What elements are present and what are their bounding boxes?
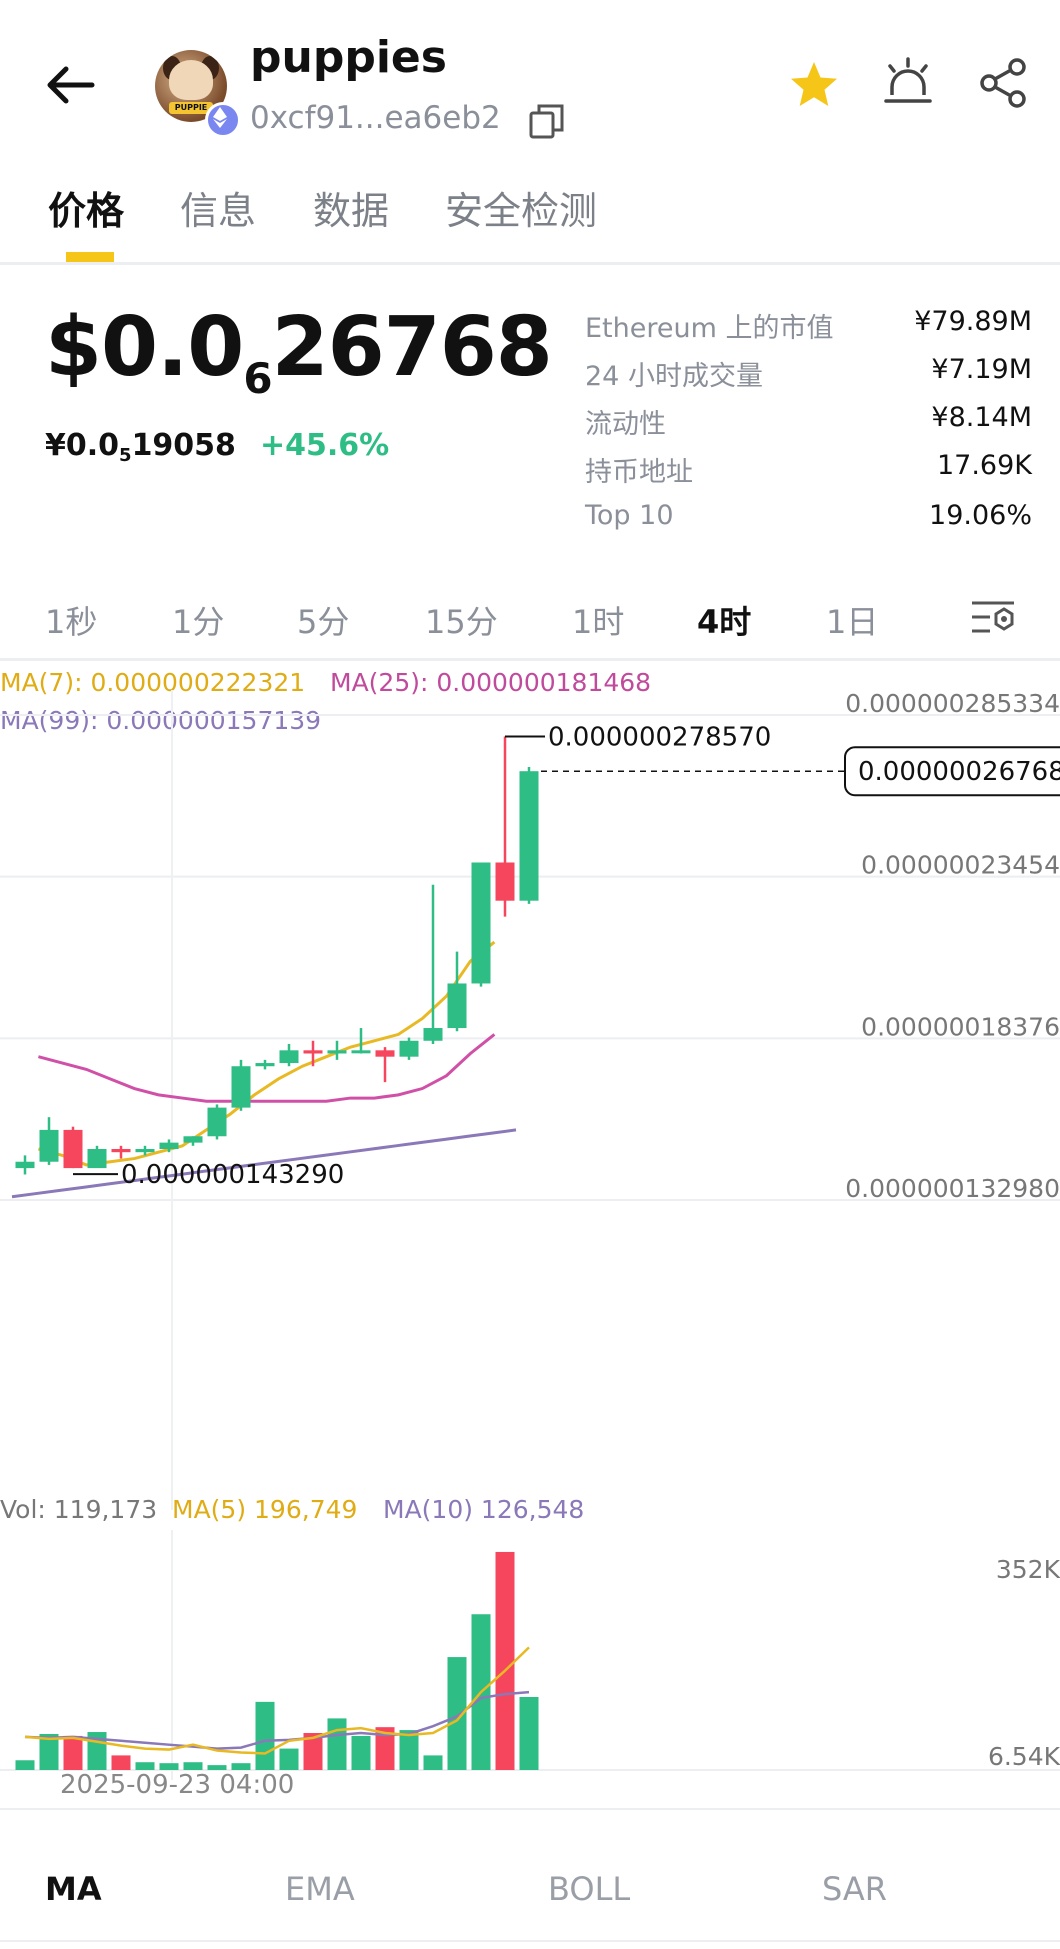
candle-body (87, 1149, 107, 1169)
candle-body (495, 862, 515, 901)
stat-label-market-cap: Ethereum 上的市值 (585, 313, 834, 344)
tab-data[interactable]: 数据 (313, 180, 389, 235)
candle-body (399, 1040, 419, 1057)
candle-body (135, 1149, 155, 1153)
timeframe-divider (0, 658, 1060, 661)
ma7-line (38, 940, 496, 1167)
y-axis-label: 0.000000132980 (845, 1174, 1060, 1203)
share-icon[interactable] (975, 55, 1031, 111)
volume-legend: Vol: 119,173 (0, 1495, 158, 1524)
volume-axis-min: 6.54K (988, 1742, 1060, 1771)
stat-label-holders: 持币地址 (585, 457, 693, 488)
candle-body (207, 1107, 227, 1137)
price-usd: $0.0626768 (45, 300, 553, 403)
volume-bar (135, 1762, 155, 1770)
volume-axis-max: 352K (996, 1555, 1060, 1584)
price-cny: ¥0.0519058 (45, 428, 236, 466)
tab-divider (0, 262, 1060, 265)
candle-body (183, 1136, 203, 1143)
volume-bar (495, 1551, 515, 1770)
y-axis-label: 0.000000285334 (845, 690, 1060, 718)
candle-body (231, 1066, 251, 1108)
candle-body (519, 771, 539, 901)
candle-body (255, 1063, 275, 1067)
candle-body (39, 1129, 59, 1162)
stat-label-top10: Top 10 (585, 500, 674, 531)
timeframe-5m[interactable]: 5分 (297, 597, 349, 643)
tab-price[interactable]: 价格 (48, 180, 124, 235)
candle-body (375, 1050, 395, 1057)
low-price-label: 0.000000143290 (121, 1160, 344, 1190)
indicator-tab-boll[interactable]: BOLL (548, 1870, 630, 1908)
indicator-tab-ma[interactable]: MA (45, 1870, 102, 1908)
volume-bar (351, 1735, 371, 1770)
candle-body (351, 1050, 371, 1054)
stat-label-liquidity: 流动性 (585, 409, 666, 440)
volume-bar (159, 1763, 179, 1770)
candle-body (63, 1129, 83, 1169)
active-tab-indicator (66, 252, 114, 262)
volume-chart[interactable]: 352K 6.54K (0, 1530, 1060, 1780)
x-axis-date-label: 2025-09-23 04:00 (60, 1770, 295, 1800)
timeframe-1m[interactable]: 1分 (172, 597, 224, 643)
candle-body (111, 1149, 131, 1153)
token-address: 0xcf91...ea6eb2 (250, 100, 501, 136)
timeframe-1d[interactable]: 1日 (826, 597, 878, 643)
stat-value-liquidity: ¥8.14M (931, 402, 1032, 433)
ethereum-chain-icon (205, 102, 241, 138)
candle-body (423, 1028, 443, 1041)
volume-bar (15, 1760, 35, 1770)
stat-value-holders: 17.69K (936, 450, 1032, 481)
candle-body (15, 1161, 35, 1169)
volume-ma5-legend: MA(5) 196,749 (172, 1495, 358, 1524)
chart-settings-icon[interactable] (970, 597, 1016, 637)
volume-bar (327, 1718, 347, 1770)
timeframe-4h[interactable]: 4时 (697, 597, 751, 643)
volume-bar (519, 1696, 539, 1770)
price-alert-icon[interactable] (880, 55, 936, 111)
volume-bar (255, 1701, 275, 1770)
y-axis-label: 0.00000018376 (861, 1012, 1060, 1041)
volume-bar (279, 1748, 299, 1770)
indicator-tab-ema[interactable]: EMA (285, 1870, 355, 1908)
volume-bar (111, 1755, 131, 1770)
back-arrow-icon[interactable] (40, 60, 100, 110)
volume-ma10-legend: MA(10) 126,548 (383, 1495, 585, 1524)
bottom-divider (0, 1940, 1060, 1942)
volume-bar (423, 1755, 443, 1770)
candlestick-chart[interactable]: 0.000000285334 0.00000023454 0.00000018376… (0, 690, 1060, 1510)
candle-body (471, 862, 491, 984)
stat-value-top10: 19.06% (929, 500, 1032, 531)
stat-value-market-cap: ¥79.89M (914, 306, 1032, 337)
indicator-tab-sar[interactable]: SAR (822, 1870, 887, 1908)
candle-body (159, 1142, 179, 1150)
timeframe-1h[interactable]: 1时 (572, 597, 624, 643)
chart-bottom-divider (0, 1808, 1060, 1810)
timeframe-15m[interactable]: 15分 (425, 597, 498, 643)
tab-info[interactable]: 信息 (180, 180, 256, 235)
candle-body (279, 1050, 299, 1064)
copy-icon[interactable] (528, 102, 566, 140)
volume-bar (183, 1762, 203, 1770)
timeframe-1s[interactable]: 1秒 (45, 597, 97, 643)
y-axis-label: 0.00000023454 (861, 851, 1060, 880)
volume-bar (63, 1735, 83, 1770)
candle-body (447, 983, 467, 1029)
stat-value-volume: ¥7.19M (931, 354, 1032, 385)
stat-label-volume: 24 小时成交量 (585, 361, 763, 392)
token-name: puppies (250, 32, 447, 83)
tab-security-check[interactable]: 安全检测 (445, 180, 597, 235)
candle-body (327, 1050, 347, 1054)
ma25-line (38, 1033, 496, 1103)
candle-body (303, 1050, 323, 1054)
price-change: +45.6% (260, 428, 390, 463)
current-price-label: 0.000000267680 (858, 757, 1060, 787)
high-price-label: 0.000000278570 (548, 723, 771, 753)
volume-bar (231, 1763, 251, 1770)
favorite-star-icon[interactable] (787, 58, 841, 112)
